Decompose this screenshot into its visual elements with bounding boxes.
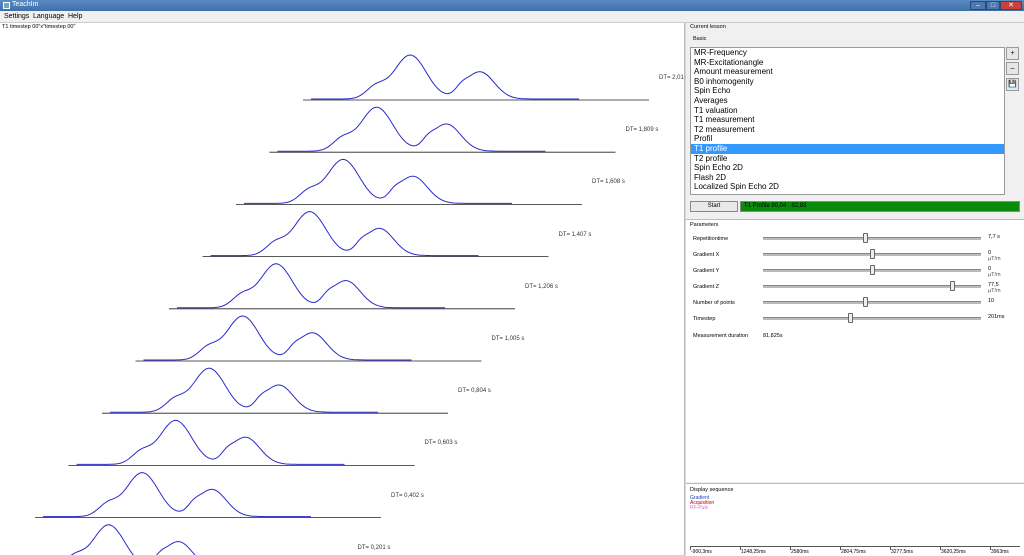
dt-label: DT= 1,809 s xyxy=(625,127,659,134)
lesson-group-title: Current lesson xyxy=(690,24,726,30)
slider-thumb[interactable] xyxy=(950,281,956,291)
param-unit: µT/m xyxy=(988,256,1001,262)
slider-thumb[interactable] xyxy=(869,265,875,275)
close-button[interactable]: ✕ xyxy=(1000,1,1022,10)
plot-panel: T1 timestep 00"x"timestep 00" DT= 2,01 s… xyxy=(0,23,689,555)
slider-thumb[interactable] xyxy=(869,249,875,259)
duration-label: Measurement duration xyxy=(693,333,749,339)
lesson-item[interactable]: T1 profile xyxy=(691,143,1004,154)
profile-trace xyxy=(76,419,345,465)
param-label: Number of points xyxy=(693,300,735,306)
profile-trace xyxy=(177,263,445,309)
lesson-item[interactable]: T1 valuation xyxy=(691,106,1004,116)
save-icon[interactable]: 💾 xyxy=(1006,78,1019,91)
lesson-item[interactable]: Spin Echo 2D xyxy=(691,163,1004,173)
param-slider[interactable] xyxy=(763,297,981,307)
tick-label: 2804,75ms xyxy=(841,549,866,555)
slider-thumb[interactable] xyxy=(863,233,869,243)
lesson-item[interactable]: B0 inhomogenity xyxy=(691,77,1004,87)
tick-label: 2580ms xyxy=(791,549,809,555)
title-bar: TeachIm – □ ✕ xyxy=(0,0,1024,11)
progress-text: T1 Profile 80,04 : 82,83 xyxy=(744,203,807,209)
lesson-item[interactable]: Localized Spin Echo 2D xyxy=(691,182,1004,192)
profile-trace xyxy=(70,524,196,555)
duration-value: 81,825s xyxy=(763,333,783,339)
profile-plot xyxy=(35,54,649,555)
param-value: 10 xyxy=(988,298,995,304)
param-label: Gradient Z xyxy=(693,284,719,290)
progress-bar: T1 Profile 80,04 : 82,83 xyxy=(740,201,1020,212)
lesson-item[interactable]: T1 measurement xyxy=(691,115,1004,125)
param-value: 201ms xyxy=(988,314,1005,320)
sequence-panel: Display sequence Gradient Acquisition RF… xyxy=(686,483,1024,556)
lesson-item[interactable]: MR-Excitationangle xyxy=(691,58,1004,68)
menu-settings[interactable]: Settings xyxy=(4,13,29,20)
menu-bar: Settings Language Help xyxy=(0,11,1024,23)
dt-label: DT= 1,206 s xyxy=(525,283,558,290)
param-unit: µT/m xyxy=(988,288,1001,294)
minimize-button[interactable]: – xyxy=(970,1,986,10)
profile-trace xyxy=(110,367,378,413)
tick-label: 3963ms xyxy=(991,549,1009,555)
param-label: Gradient Y xyxy=(693,268,720,274)
profile-trace xyxy=(143,315,412,361)
param-value: 7,7 s xyxy=(988,234,1000,240)
lesson-item[interactable]: MR-Frequency xyxy=(691,48,1004,58)
param-slider[interactable] xyxy=(763,313,981,323)
lesson-item[interactable]: Averages xyxy=(691,96,1004,106)
dt-label: DT= 1,407 s xyxy=(558,231,592,238)
slider-thumb[interactable] xyxy=(863,297,869,307)
app-icon xyxy=(3,2,10,9)
dt-label: DT= 1,005 s xyxy=(491,336,525,342)
tick-label: 3277,5ms xyxy=(891,549,913,555)
dt-label: DT= 1,608 s xyxy=(592,179,625,186)
lesson-item[interactable]: Amount measurement xyxy=(691,67,1004,77)
param-label: Repetitiontime xyxy=(693,236,729,242)
profile-trace xyxy=(210,211,479,257)
param-slider[interactable] xyxy=(763,233,981,243)
dt-label: DT= 2,01 s xyxy=(659,75,689,81)
add-button[interactable]: + xyxy=(1006,47,1019,60)
maximize-button[interactable]: □ xyxy=(986,1,1000,10)
profile-trace xyxy=(244,158,512,204)
lesson-item[interactable]: Spin Echo xyxy=(691,86,1004,96)
legend-rf-puls: RF-Puls xyxy=(690,505,709,511)
start-button[interactable]: Start xyxy=(690,201,738,212)
lesson-subgroup: Basic xyxy=(693,36,707,42)
tick-label: -900,3ms xyxy=(691,549,712,555)
parameters-panel: Parameters Repetitiontime 7,7 s Gradient X… xyxy=(686,219,1024,482)
slider-thumb[interactable] xyxy=(848,313,854,323)
lesson-list[interactable]: MR-Frequency MR-Excitationangle Amount mea… xyxy=(690,47,1005,195)
lesson-item[interactable]: Flash 2D xyxy=(691,173,1004,183)
lesson-item[interactable]: T2 measurement xyxy=(691,125,1004,135)
window-title: TeachIm xyxy=(12,1,39,8)
profile-trace xyxy=(277,106,546,152)
param-slider[interactable] xyxy=(763,249,981,259)
menu-language[interactable]: Language xyxy=(33,13,64,20)
plot-header: T1 timestep 00"x"timestep 00" xyxy=(2,24,76,30)
tick-label: 3620,25ms xyxy=(941,549,966,555)
lesson-item[interactable]: Profil xyxy=(691,134,1004,144)
lesson-item[interactable]: T2 profile xyxy=(691,154,1004,164)
param-unit: µT/m xyxy=(988,272,1001,278)
profile-trace xyxy=(43,472,311,518)
profile-trace xyxy=(311,54,579,100)
dt-label: DT= 0,402 s xyxy=(391,492,424,499)
sequence-title: Display sequence xyxy=(690,487,734,493)
menu-help[interactable]: Help xyxy=(68,13,82,20)
dt-label: DT= 0,201 s xyxy=(357,544,391,551)
remove-button[interactable]: – xyxy=(1006,62,1019,75)
param-slider[interactable] xyxy=(763,281,981,291)
right-panel: Current lesson Basic MR-Frequency MR-Exci… xyxy=(686,23,1024,556)
dt-label: DT= 0,804 s xyxy=(458,388,491,395)
tick-label: 1248,25ms xyxy=(741,549,766,555)
param-label: Timestep xyxy=(693,316,716,322)
param-slider[interactable] xyxy=(763,265,981,275)
dt-label: DT= 0,603 s xyxy=(424,440,458,447)
param-label: Gradient X xyxy=(693,252,720,258)
parameters-title: Parameters xyxy=(690,222,719,228)
